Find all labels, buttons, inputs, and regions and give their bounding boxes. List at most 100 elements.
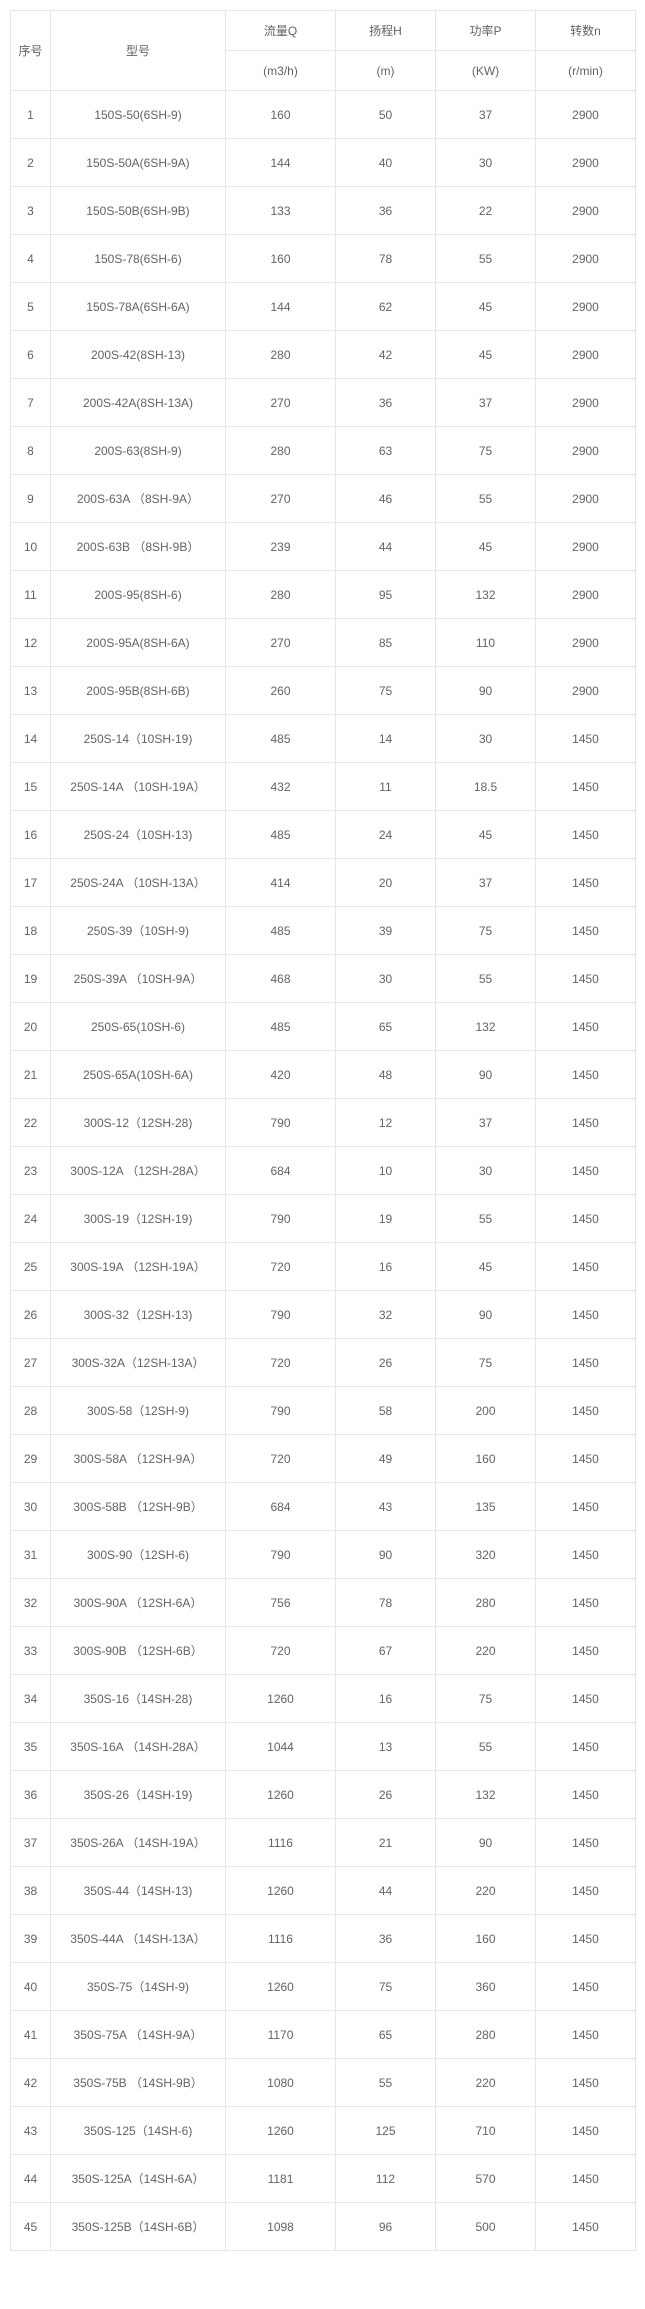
header-p-label: 功率P bbox=[436, 11, 536, 51]
cell-seq: 21 bbox=[11, 1051, 51, 1099]
cell-q: 420 bbox=[226, 1051, 336, 1099]
cell-h: 26 bbox=[336, 1771, 436, 1819]
cell-q: 756 bbox=[226, 1579, 336, 1627]
cell-model: 150S-50B(6SH-9B) bbox=[51, 187, 226, 235]
cell-q: 1181 bbox=[226, 2155, 336, 2203]
cell-n: 2900 bbox=[536, 427, 636, 475]
cell-seq: 13 bbox=[11, 667, 51, 715]
cell-n: 1450 bbox=[536, 1051, 636, 1099]
cell-q: 160 bbox=[226, 91, 336, 139]
cell-n: 1450 bbox=[536, 1147, 636, 1195]
cell-p: 90 bbox=[436, 1291, 536, 1339]
cell-q: 432 bbox=[226, 763, 336, 811]
cell-seq: 15 bbox=[11, 763, 51, 811]
header-n-unit: (r/min) bbox=[536, 51, 636, 91]
cell-q: 1260 bbox=[226, 1771, 336, 1819]
cell-seq: 38 bbox=[11, 1867, 51, 1915]
cell-p: 220 bbox=[436, 1867, 536, 1915]
cell-h: 32 bbox=[336, 1291, 436, 1339]
cell-seq: 12 bbox=[11, 619, 51, 667]
cell-n: 1450 bbox=[536, 1531, 636, 1579]
cell-model: 250S-39（10SH-9) bbox=[51, 907, 226, 955]
table-row: 42350S-75B （14SH-9B）1080552201450 bbox=[11, 2059, 636, 2107]
cell-q: 485 bbox=[226, 715, 336, 763]
table-row: 35350S-16A （14SH-28A）104413551450 bbox=[11, 1723, 636, 1771]
cell-seq: 1 bbox=[11, 91, 51, 139]
cell-p: 220 bbox=[436, 2059, 536, 2107]
table-row: 29300S-58A （12SH-9A）720491601450 bbox=[11, 1435, 636, 1483]
cell-p: 500 bbox=[436, 2203, 536, 2251]
cell-model: 350S-75（14SH-9) bbox=[51, 1963, 226, 2011]
cell-seq: 9 bbox=[11, 475, 51, 523]
cell-n: 1450 bbox=[536, 1483, 636, 1531]
cell-q: 1260 bbox=[226, 2107, 336, 2155]
cell-seq: 6 bbox=[11, 331, 51, 379]
cell-n: 2900 bbox=[536, 139, 636, 187]
table-row: 13200S-95B(8SH-6B)26075902900 bbox=[11, 667, 636, 715]
cell-n: 1450 bbox=[536, 1195, 636, 1243]
cell-model: 350S-125B（14SH-6B） bbox=[51, 2203, 226, 2251]
cell-h: 44 bbox=[336, 523, 436, 571]
cell-seq: 3 bbox=[11, 187, 51, 235]
cell-q: 790 bbox=[226, 1531, 336, 1579]
cell-q: 133 bbox=[226, 187, 336, 235]
cell-model: 150S-50A(6SH-9A) bbox=[51, 139, 226, 187]
cell-n: 1450 bbox=[536, 2107, 636, 2155]
table-row: 40350S-75（14SH-9)1260753601450 bbox=[11, 1963, 636, 2011]
cell-q: 485 bbox=[226, 907, 336, 955]
cell-p: 90 bbox=[436, 1819, 536, 1867]
cell-p: 320 bbox=[436, 1531, 536, 1579]
table-row: 12200S-95A(8SH-6A)270851102900 bbox=[11, 619, 636, 667]
cell-q: 280 bbox=[226, 331, 336, 379]
cell-model: 150S-78A(6SH-6A) bbox=[51, 283, 226, 331]
cell-seq: 28 bbox=[11, 1387, 51, 1435]
table-row: 3150S-50B(6SH-9B)13336222900 bbox=[11, 187, 636, 235]
table-row: 27300S-32A（12SH-13A）72026751450 bbox=[11, 1339, 636, 1387]
cell-n: 1450 bbox=[536, 2203, 636, 2251]
pump-spec-table: 序号 型号 流量Q 扬程H 功率P 转数n (m3/h) (m) (KW) (r… bbox=[10, 10, 636, 2251]
table-row: 10200S-63B （8SH-9B）23944452900 bbox=[11, 523, 636, 571]
cell-p: 55 bbox=[436, 1723, 536, 1771]
table-row: 37350S-26A （14SH-19A）111621901450 bbox=[11, 1819, 636, 1867]
cell-h: 40 bbox=[336, 139, 436, 187]
cell-h: 36 bbox=[336, 1915, 436, 1963]
cell-n: 1450 bbox=[536, 1867, 636, 1915]
cell-h: 55 bbox=[336, 2059, 436, 2107]
cell-n: 1450 bbox=[536, 2011, 636, 2059]
cell-h: 75 bbox=[336, 667, 436, 715]
table-row: 21250S-65A(10SH-6A)42048901450 bbox=[11, 1051, 636, 1099]
table-row: 36350S-26（14SH-19)1260261321450 bbox=[11, 1771, 636, 1819]
table-row: 15250S-14A （10SH-19A）4321118.51450 bbox=[11, 763, 636, 811]
cell-p: 360 bbox=[436, 1963, 536, 2011]
cell-seq: 35 bbox=[11, 1723, 51, 1771]
cell-n: 2900 bbox=[536, 571, 636, 619]
cell-model: 200S-42A(8SH-13A) bbox=[51, 379, 226, 427]
cell-model: 300S-32（12SH-13) bbox=[51, 1291, 226, 1339]
table-row: 25300S-19A （12SH-19A）72016451450 bbox=[11, 1243, 636, 1291]
cell-p: 75 bbox=[436, 907, 536, 955]
cell-n: 2900 bbox=[536, 379, 636, 427]
table-row: 34350S-16（14SH-28)126016751450 bbox=[11, 1675, 636, 1723]
cell-seq: 2 bbox=[11, 139, 51, 187]
cell-model: 300S-90（12SH-6) bbox=[51, 1531, 226, 1579]
cell-q: 1170 bbox=[226, 2011, 336, 2059]
cell-h: 96 bbox=[336, 2203, 436, 2251]
cell-model: 250S-65(10SH-6) bbox=[51, 1003, 226, 1051]
table-row: 4150S-78(6SH-6)16078552900 bbox=[11, 235, 636, 283]
cell-h: 26 bbox=[336, 1339, 436, 1387]
cell-n: 2900 bbox=[536, 283, 636, 331]
cell-q: 260 bbox=[226, 667, 336, 715]
cell-h: 90 bbox=[336, 1531, 436, 1579]
cell-h: 19 bbox=[336, 1195, 436, 1243]
cell-h: 62 bbox=[336, 283, 436, 331]
cell-model: 150S-78(6SH-6) bbox=[51, 235, 226, 283]
cell-q: 270 bbox=[226, 619, 336, 667]
cell-n: 1450 bbox=[536, 1579, 636, 1627]
cell-n: 2900 bbox=[536, 619, 636, 667]
cell-q: 684 bbox=[226, 1147, 336, 1195]
cell-model: 200S-63(8SH-9) bbox=[51, 427, 226, 475]
cell-h: 43 bbox=[336, 1483, 436, 1531]
cell-seq: 23 bbox=[11, 1147, 51, 1195]
cell-p: 37 bbox=[436, 859, 536, 907]
cell-model: 350S-75A （14SH-9A） bbox=[51, 2011, 226, 2059]
